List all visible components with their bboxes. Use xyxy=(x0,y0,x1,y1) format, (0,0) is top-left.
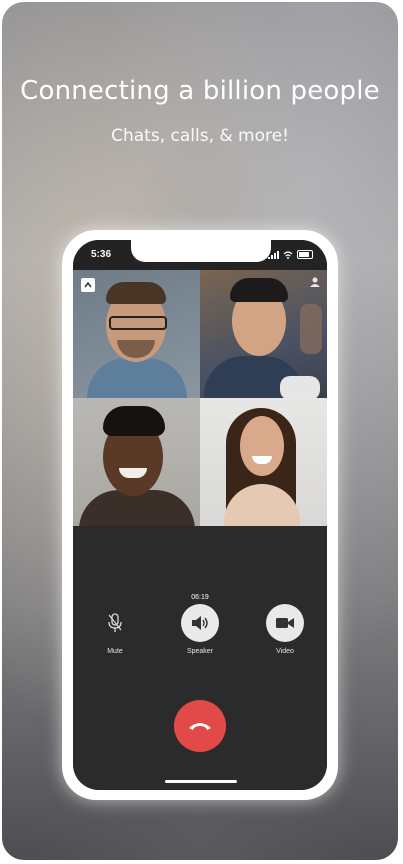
video-camera-icon xyxy=(276,618,294,628)
wifi-icon xyxy=(284,251,293,259)
speaker-button[interactable]: Speaker xyxy=(170,604,230,655)
hero-title: Connecting a billion people xyxy=(20,76,380,106)
hero-subtitle: Chats, calls, & more! xyxy=(111,126,289,146)
participant-tile[interactable] xyxy=(73,270,200,398)
participant-tile[interactable] xyxy=(200,398,327,526)
participant-tile[interactable] xyxy=(73,398,200,526)
video-label: Video xyxy=(276,648,294,655)
status-icons xyxy=(267,249,313,260)
microphone-icon xyxy=(108,613,122,632)
status-time: 5:36 xyxy=(91,249,112,260)
video-button[interactable]: Video xyxy=(255,604,315,655)
speaker-icon xyxy=(192,616,208,630)
participant-tile[interactable] xyxy=(200,270,327,398)
mute-label: Mute xyxy=(107,648,123,655)
video-grid xyxy=(73,270,327,526)
end-call-button[interactable] xyxy=(174,700,226,752)
mute-button[interactable]: Mute xyxy=(85,604,145,655)
battery-icon xyxy=(297,250,313,260)
phone-notch xyxy=(131,240,271,262)
phone-screen: 5:36 06:19 Mute Speaker Video xyxy=(73,240,327,790)
home-indicator xyxy=(165,780,237,783)
collapse-icon[interactable] xyxy=(81,278,95,292)
signal-icon xyxy=(267,250,279,259)
phone-frame: 5:36 06:19 Mute Speaker Video xyxy=(62,230,338,800)
app-store-screenshot-card: Connecting a billion people Chats, calls… xyxy=(2,2,398,860)
speaker-label: Speaker xyxy=(186,648,214,655)
status-bar: 5:36 xyxy=(73,240,327,270)
add-participant-icon[interactable] xyxy=(309,276,321,288)
phone-hangup-icon xyxy=(189,723,211,730)
call-timer: 06:19 xyxy=(191,594,209,601)
